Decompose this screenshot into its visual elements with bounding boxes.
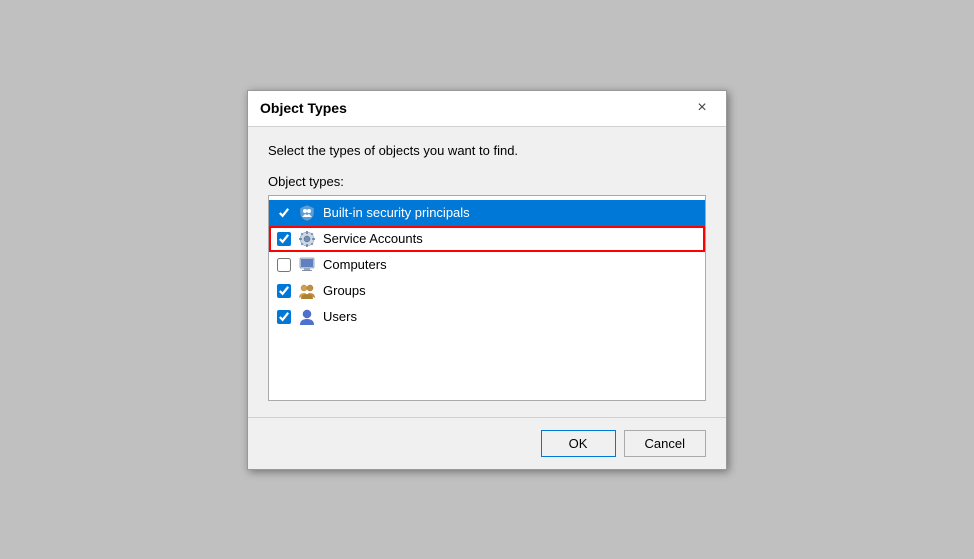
checkbox-service-accounts[interactable] xyxy=(277,232,291,246)
list-item[interactable]: Groups xyxy=(269,278,705,304)
computer-icon xyxy=(297,255,317,275)
dialog-footer: OK Cancel xyxy=(248,417,726,469)
title-bar: Object Types × xyxy=(248,91,726,127)
checkbox-users[interactable] xyxy=(277,310,291,324)
object-types-dialog: Object Types × Select the types of objec… xyxy=(247,90,727,470)
dialog-title: Object Types xyxy=(260,100,347,116)
dialog-body: Select the types of objects you want to … xyxy=(248,127,726,417)
security-icon xyxy=(297,203,317,223)
dialog-description: Select the types of objects you want to … xyxy=(268,143,706,158)
service-accounts-label: Service Accounts xyxy=(323,231,423,246)
groups-label: Groups xyxy=(323,283,366,298)
list-item[interactable]: Built-in security principals xyxy=(269,200,705,226)
ok-button[interactable]: OK xyxy=(541,430,616,457)
group-icon xyxy=(297,281,317,301)
user-icon xyxy=(297,307,317,327)
computers-label: Computers xyxy=(323,257,387,272)
list-item[interactable]: Users xyxy=(269,304,705,330)
built-in-label: Built-in security principals xyxy=(323,205,470,220)
list-item[interactable]: Service Accounts xyxy=(269,226,705,252)
checkbox-built-in[interactable] xyxy=(277,206,291,220)
close-button[interactable]: × xyxy=(690,96,714,120)
users-label: Users xyxy=(323,309,357,324)
list-item[interactable]: Computers xyxy=(269,252,705,278)
section-label: Object types: xyxy=(268,174,706,189)
checkbox-groups[interactable] xyxy=(277,284,291,298)
cancel-button[interactable]: Cancel xyxy=(624,430,706,457)
object-types-list: Built-in security principals xyxy=(268,195,706,401)
service-icon xyxy=(297,229,317,249)
checkbox-computers[interactable] xyxy=(277,258,291,272)
